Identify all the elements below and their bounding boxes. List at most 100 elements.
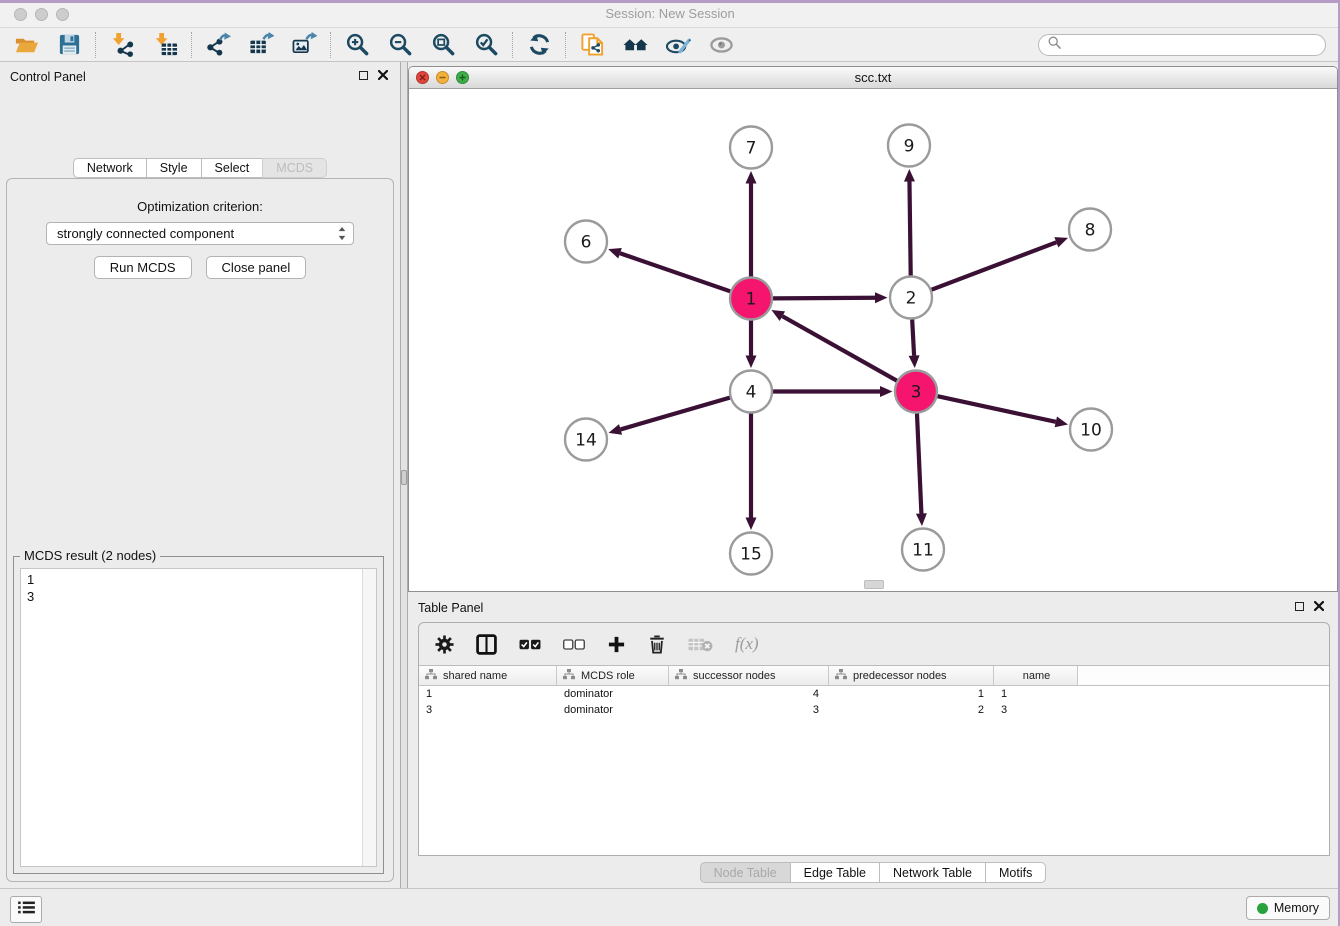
node-15[interactable]: 15	[730, 533, 772, 575]
table-row[interactable]: 3dominator323	[419, 702, 1329, 718]
delete-column-button[interactable]	[648, 634, 666, 655]
edge-3-10[interactable]	[937, 396, 1055, 422]
hide-selected-button[interactable]	[665, 32, 691, 58]
task-history-button[interactable]	[10, 896, 42, 923]
network-maximize-button[interactable]	[456, 71, 469, 84]
network-resize-grip[interactable]	[864, 580, 884, 589]
result-item-1[interactable]: 1	[21, 571, 376, 588]
network-window-titlebar[interactable]: scc.txt	[409, 67, 1337, 89]
result-scrollbar[interactable]	[362, 569, 376, 866]
result-item-3[interactable]: 3	[21, 588, 376, 605]
open-folder-icon	[14, 32, 39, 57]
table-cell-successor-nodes[interactable]: 4	[669, 688, 829, 700]
split-pane-icon	[476, 634, 497, 655]
tab-mcds[interactable]: MCDS	[262, 158, 327, 178]
node-7[interactable]: 7	[730, 127, 772, 169]
show-column-panel-button[interactable]	[476, 634, 497, 655]
divider-grip[interactable]	[401, 470, 407, 485]
column-tree-icon	[563, 669, 575, 683]
node-8[interactable]: 8	[1069, 209, 1111, 251]
save-floppy-icon	[57, 32, 82, 57]
edge-3-11[interactable]	[917, 413, 921, 513]
table-cell-predecessor-nodes[interactable]: 1	[829, 688, 994, 700]
network-window: scc.txt 7 9 6 8 1 2 4 3 14 10 15 11	[408, 66, 1338, 592]
tab-style[interactable]: Style	[146, 158, 202, 178]
open-session-button[interactable]	[13, 32, 39, 58]
column-header-predecessor-nodes[interactable]: predecessor nodes	[829, 666, 994, 685]
table-settings-button[interactable]	[435, 635, 454, 654]
edge-2-8[interactable]	[932, 242, 1057, 289]
new-network-from-selection-button[interactable]	[579, 32, 605, 58]
node-11[interactable]: 11	[902, 529, 944, 571]
table-row[interactable]: 1dominator411	[419, 686, 1329, 702]
tab-network[interactable]: Network	[73, 158, 147, 178]
table-cell-name[interactable]: 1	[994, 688, 1078, 700]
svg-text:9: 9	[904, 136, 915, 156]
fit-content-button[interactable]	[430, 32, 456, 58]
export-image-button[interactable]	[291, 32, 317, 58]
table-cell-shared-name[interactable]: 1	[419, 688, 557, 700]
edge-2-3[interactable]	[912, 319, 914, 355]
node-6[interactable]: 6	[565, 221, 607, 263]
edge-2-9[interactable]	[909, 181, 910, 275]
export-network-button[interactable]	[205, 32, 231, 58]
panel-divider[interactable]	[400, 62, 408, 888]
column-header-mcds-role[interactable]: MCDS role	[557, 666, 669, 685]
memory-button[interactable]: Memory	[1246, 896, 1330, 920]
zoom-selected-button[interactable]	[473, 32, 499, 58]
node-3[interactable]: 3	[895, 371, 937, 413]
edge-4-14[interactable]	[621, 398, 730, 430]
column-header-name[interactable]: name	[994, 666, 1078, 685]
first-neighbors-button[interactable]	[622, 32, 648, 58]
table-panel-title: Table Panel	[418, 601, 483, 615]
float-panel-icon[interactable]	[1295, 602, 1304, 611]
export-table-button[interactable]	[248, 32, 274, 58]
table-cell-mcds-role[interactable]: dominator	[557, 688, 669, 700]
edge-1-6[interactable]	[620, 253, 730, 291]
deselect-all-button[interactable]	[563, 639, 585, 650]
table-cell-mcds-role[interactable]: dominator	[557, 704, 669, 716]
tab-select[interactable]: Select	[201, 158, 264, 178]
edge-1-2[interactable]	[773, 298, 875, 299]
node-14[interactable]: 14	[565, 419, 607, 461]
trash-icon	[648, 634, 666, 655]
close-panel-icon[interactable]	[378, 70, 388, 80]
select-all-button[interactable]	[519, 639, 541, 650]
network-close-button[interactable]	[416, 71, 429, 84]
table-cell-shared-name[interactable]: 3	[419, 704, 557, 716]
table-cell-predecessor-nodes[interactable]: 2	[829, 704, 994, 716]
node-2[interactable]: 2	[890, 277, 932, 319]
column-header-successor-nodes[interactable]: successor nodes	[669, 666, 829, 685]
run-mcds-button[interactable]: Run MCDS	[94, 256, 192, 279]
tab-node-table[interactable]: Node Table	[700, 862, 791, 883]
column-header-shared-name[interactable]: shared name	[419, 666, 557, 685]
node-10[interactable]: 10	[1070, 409, 1112, 451]
network-minimize-button[interactable]	[436, 71, 449, 84]
import-network-button[interactable]	[109, 32, 135, 58]
tab-network-table[interactable]: Network Table	[879, 862, 986, 883]
dropdown-stepper-icon	[337, 226, 347, 241]
refresh-button[interactable]	[526, 32, 552, 58]
import-table-button[interactable]	[152, 32, 178, 58]
tab-motifs[interactable]: Motifs	[985, 862, 1046, 883]
node-1[interactable]: 1	[730, 278, 772, 320]
add-column-button[interactable]	[607, 635, 626, 654]
criterion-dropdown[interactable]: strongly connected component	[46, 222, 354, 245]
table-cell-successor-nodes[interactable]: 3	[669, 704, 829, 716]
close-panel-button[interactable]: Close panel	[206, 256, 307, 279]
search-input[interactable]	[1066, 37, 1316, 53]
search-field[interactable]	[1038, 34, 1326, 56]
network-canvas[interactable]: 7 9 6 8 1 2 4 3 14 10 15 11	[409, 89, 1337, 592]
zoom-in-button[interactable]	[344, 32, 370, 58]
save-session-button[interactable]	[56, 32, 82, 58]
float-panel-icon[interactable]	[359, 71, 368, 80]
node-9[interactable]: 9	[888, 125, 930, 167]
node-4[interactable]: 4	[730, 371, 772, 413]
table-cell-name[interactable]: 3	[994, 704, 1078, 716]
edge-3-1[interactable]	[782, 316, 896, 381]
zoom-out-button[interactable]	[387, 32, 413, 58]
tab-edge-table[interactable]: Edge Table	[790, 862, 880, 883]
table-panel: Table Panel f(x) shared nameMCDS rolesuc…	[408, 594, 1338, 886]
close-panel-icon[interactable]	[1314, 601, 1324, 611]
show-all-button[interactable]	[708, 32, 734, 58]
